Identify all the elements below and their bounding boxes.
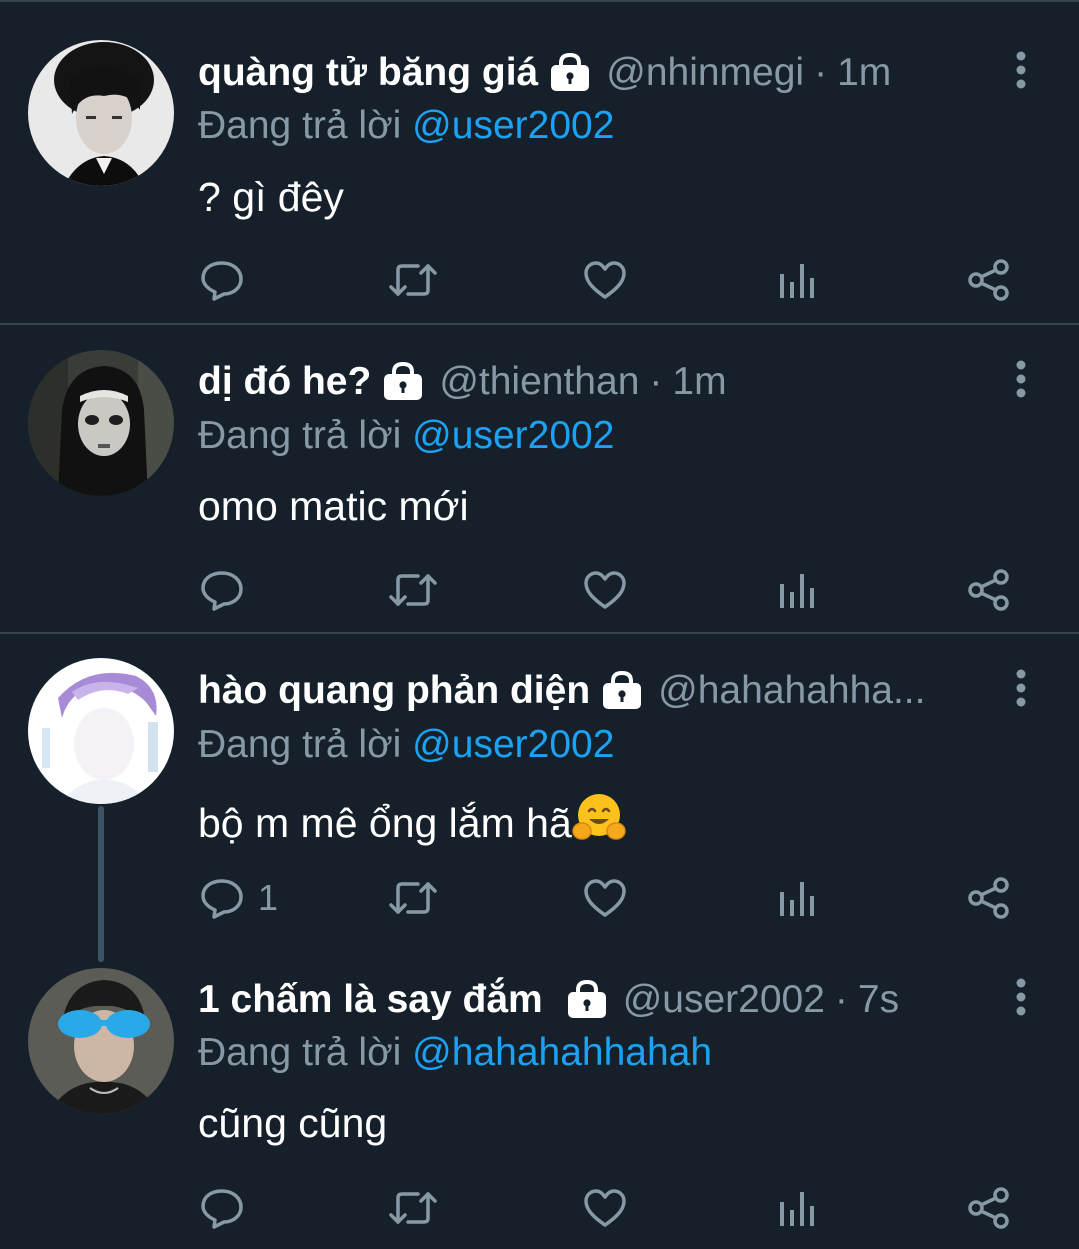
tweet-header: hào quang phản diện @hahahahha... [198, 666, 925, 716]
reply-icon [201, 571, 243, 611]
analytics-icon [780, 574, 814, 608]
separator: · [814, 51, 828, 94]
tweet[interactable]: dị đó he? @thienthan · 1m Đang trả lời @… [0, 326, 1079, 634]
like-button[interactable] [582, 568, 628, 612]
lock-icon [603, 671, 642, 709]
mention-link[interactable]: @user2002 [412, 723, 614, 766]
replying-prefix: Đang trả lời [198, 723, 402, 766]
mention-link[interactable]: @user2002 [412, 104, 614, 147]
retweet-button[interactable] [388, 258, 438, 302]
handle[interactable]: @hahahahha... [658, 669, 925, 713]
replying-to: Đang trả lời @hahahahhahah [198, 1031, 712, 1075]
display-name[interactable]: 1 chấm là say đắm [198, 978, 543, 1022]
reply-button[interactable] [200, 568, 258, 612]
more-vertical-icon[interactable] [1006, 977, 1036, 1021]
share-button[interactable] [966, 258, 1012, 302]
timestamp[interactable]: 1m [837, 51, 891, 95]
hugging-face-emoji [572, 794, 626, 840]
tweet-text: bộ m mê ổng lắm hã [198, 800, 572, 846]
retweet-icon [389, 1192, 437, 1224]
tweet-text: cũng cũng [198, 1100, 388, 1146]
analytics-button[interactable] [776, 258, 818, 302]
reply-button[interactable]: 1 [200, 876, 278, 920]
retweet-icon [389, 264, 437, 296]
lock-icon [384, 362, 423, 400]
heart-icon [584, 571, 626, 609]
replying-prefix: Đang trả lời [198, 1031, 402, 1074]
retweet-icon [389, 882, 437, 914]
handle[interactable]: @user2002 [623, 978, 825, 1022]
timestamp[interactable]: 7s [858, 978, 899, 1022]
avatar-image [28, 350, 174, 496]
lock-icon [551, 53, 590, 91]
share-icon [968, 877, 1009, 919]
share-icon [968, 569, 1009, 611]
analytics-icon [780, 882, 814, 916]
replying-prefix: Đang trả lời [198, 414, 402, 457]
tweet-text-container: bộ m mê ổng lắm hã [198, 791, 626, 847]
more-vertical-icon[interactable] [1006, 668, 1036, 712]
tweet-text: ? gì đêy [198, 174, 344, 220]
avatar[interactable] [28, 40, 174, 186]
avatar[interactable] [28, 968, 174, 1114]
avatar[interactable] [28, 350, 174, 496]
retweet-icon [389, 574, 437, 606]
reply-count: 1 [258, 877, 279, 918]
heart-icon [584, 879, 626, 917]
display-name[interactable]: dị đó he? [198, 360, 371, 404]
avatar-image [28, 40, 174, 186]
replying-prefix: Đang trả lời [198, 104, 402, 147]
like-button[interactable] [582, 258, 628, 302]
tweet[interactable]: quàng tử băng giá @nhinmegi · 1m Đang tr… [0, 0, 1079, 326]
analytics-button[interactable] [776, 876, 818, 920]
share-icon [968, 1187, 1009, 1229]
avatar-image [28, 968, 174, 1114]
heart-icon [584, 261, 626, 299]
separator: · [649, 360, 663, 403]
retweet-button[interactable] [388, 1186, 438, 1230]
replying-to: Đang trả lời @user2002 [198, 414, 614, 458]
tweet-header: quàng tử băng giá @nhinmegi · 1m [198, 48, 891, 98]
analytics-button[interactable] [776, 1186, 818, 1230]
display-name[interactable]: quàng tử băng giá [198, 51, 538, 95]
divider [0, 323, 1079, 325]
tweet[interactable]: 1 chấm là say đắm @user2002 · 7s Đang tr… [0, 940, 1079, 1249]
share-button[interactable] [966, 1186, 1012, 1230]
handle[interactable]: @thienthan [439, 360, 639, 404]
analytics-icon [780, 264, 814, 298]
reply-icon [201, 261, 243, 301]
retweet-button[interactable] [388, 876, 438, 920]
reply-button[interactable] [200, 1186, 258, 1230]
mention-link[interactable]: @user2002 [412, 414, 614, 457]
like-button[interactable] [582, 1186, 628, 1230]
replying-to: Đang trả lời @user2002 [198, 723, 614, 767]
tweet[interactable]: hào quang phản diện @hahahahha... Đang t… [0, 634, 1079, 940]
tweet-text: omo matic mới [198, 483, 469, 529]
heart-icon [584, 1189, 626, 1227]
tweet-header: dị đó he? @thienthan · 1m [198, 357, 727, 407]
avatar[interactable] [28, 658, 174, 804]
reply-icon [201, 879, 243, 919]
share-button[interactable] [966, 876, 1012, 920]
display-name[interactable]: hào quang phản diện [198, 669, 590, 713]
analytics-icon [780, 1192, 814, 1226]
retweet-button[interactable] [388, 568, 438, 612]
reply-icon [201, 1189, 243, 1229]
mention-link[interactable]: @hahahahhahah [412, 1031, 712, 1074]
handle[interactable]: @nhinmegi [606, 51, 804, 95]
separator: · [834, 978, 848, 1021]
like-button[interactable] [582, 876, 628, 920]
analytics-button[interactable] [776, 568, 818, 612]
more-vertical-icon[interactable] [1006, 359, 1036, 403]
timestamp[interactable]: 1m [672, 360, 726, 404]
share-button[interactable] [966, 568, 1012, 612]
reply-button[interactable] [200, 258, 258, 302]
tweet-header: 1 chấm là say đắm @user2002 · 7s [198, 975, 899, 1025]
avatar-image [28, 658, 174, 804]
lock-icon [567, 980, 606, 1018]
share-icon [968, 259, 1009, 301]
replying-to: Đang trả lời @user2002 [198, 104, 614, 148]
more-vertical-icon[interactable] [1006, 50, 1036, 94]
